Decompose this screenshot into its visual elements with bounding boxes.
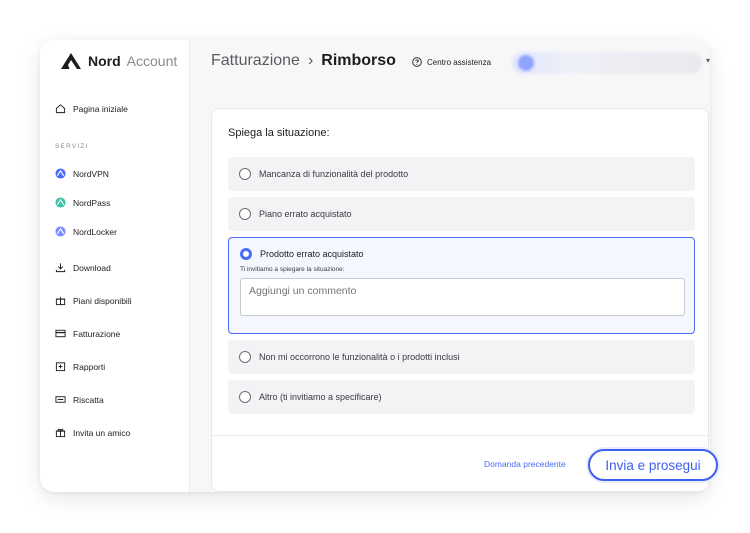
submit-button[interactable]: Invia e prosegui — [588, 449, 718, 481]
breadcrumb-current: Rimborso — [321, 52, 396, 69]
radio-button[interactable] — [239, 168, 251, 180]
sidebar-item-label: Fatturazione — [73, 328, 121, 339]
home-icon — [55, 104, 66, 114]
footer-divider — [212, 435, 710, 436]
app-window: Nord Account Pagina iniziale SERVIZI Nor… — [40, 40, 710, 492]
sidebar-item-label: Pagina iniziale — [73, 103, 128, 114]
top-header: Fatturazione › Rimborso Centro assistenz… — [190, 40, 710, 88]
refund-form-card: Spiega la situazione: Mancanza di funzio… — [211, 108, 710, 492]
sidebar-item-nordlocker[interactable]: NordLocker — [55, 226, 117, 237]
sidebar-item-label: NordPass — [73, 197, 111, 208]
sidebar: Nord Account Pagina iniziale SERVIZI Nor… — [40, 40, 190, 492]
sidebar-item-download[interactable]: Download — [55, 262, 111, 273]
sidebar-item-nordpass[interactable]: NordPass — [55, 197, 110, 208]
gift-icon — [55, 296, 66, 306]
radio-button[interactable] — [239, 351, 251, 363]
sidebar-item-nordvpn[interactable]: NordVPN — [55, 168, 109, 179]
help-center-label: Centro assistenza — [427, 57, 492, 67]
avatar — [518, 55, 534, 71]
previous-question-link[interactable]: Domanda precedente — [484, 459, 566, 469]
breadcrumb-separator: › — [307, 52, 314, 69]
download-icon — [55, 263, 66, 273]
radio-button-selected[interactable] — [240, 248, 252, 260]
nordlocker-icon — [55, 226, 66, 237]
sidebar-item-label: Download — [73, 262, 111, 273]
form-title: Spiega la situazione: — [228, 127, 330, 139]
sidebar-item-label: Piani disponibili — [73, 295, 132, 306]
sidebar-item-label: Invita un amico — [73, 427, 131, 438]
nordvpn-icon — [55, 168, 66, 179]
ticket-icon — [55, 396, 66, 403]
nord-mountain-icon — [61, 53, 81, 69]
radio-button[interactable] — [239, 391, 251, 403]
sidebar-item-home[interactable]: Pagina iniziale — [55, 103, 128, 114]
logo-brand: Nord — [88, 53, 121, 69]
breadcrumb: Fatturazione › Rimborso — [211, 52, 396, 70]
account-menu[interactable] — [512, 52, 702, 74]
comment-hint: Ti invitiamo a spiegare la situazione: — [240, 266, 345, 273]
reason-option-not-needed[interactable]: Non mi occorrono le funzionalità o i pro… — [228, 340, 695, 374]
sidebar-item-invite[interactable]: Invita un amico — [55, 427, 130, 438]
nordpass-icon — [55, 197, 66, 208]
radio-button[interactable] — [239, 208, 251, 220]
reason-option-wrong-plan[interactable]: Piano errato acquistato — [228, 197, 695, 231]
sidebar-item-plans[interactable]: Piani disponibili — [55, 295, 132, 306]
sidebar-item-label: Riscatta — [73, 394, 104, 405]
sidebar-item-label: Rapporti — [73, 361, 106, 372]
report-icon — [55, 362, 66, 372]
option-label: Altro (ti invitiamo a specificare) — [259, 392, 382, 402]
nord-logo[interactable]: Nord Account — [60, 52, 177, 70]
reason-option-missing-features[interactable]: Mancanza di funzionalità del prodotto — [228, 157, 695, 191]
sidebar-item-reports[interactable]: Rapporti — [55, 361, 105, 372]
option-label: Piano errato acquistato — [259, 209, 352, 219]
chevron-down-icon[interactable]: ▾ — [706, 56, 710, 65]
option-label: Mancanza di funzionalità del prodotto — [259, 169, 409, 179]
option-label: Prodotto errato acquistato — [260, 249, 364, 259]
sidebar-item-billing[interactable]: Fatturazione — [55, 328, 120, 339]
option-label: Non mi occorrono le funzionalità o i pro… — [259, 352, 460, 362]
sidebar-item-label: NordVPN — [73, 168, 109, 179]
reason-option-other[interactable]: Altro (ti invitiamo a specificare) — [228, 380, 695, 414]
help-center-link[interactable]: Centro assistenza — [412, 57, 491, 67]
comment-field[interactable] — [240, 278, 685, 316]
sidebar-item-redeem[interactable]: Riscatta — [55, 394, 104, 405]
breadcrumb-parent[interactable]: Fatturazione — [211, 52, 300, 70]
reason-option-wrong-product[interactable]: Prodotto errato acquistato Ti invitiamo … — [228, 237, 695, 334]
logo-product: Account — [126, 53, 178, 69]
present-icon — [55, 428, 66, 438]
card-icon — [55, 329, 66, 338]
question-icon — [412, 57, 422, 67]
sidebar-item-label: NordLocker — [73, 226, 117, 237]
sidebar-section-label: SERVIZI — [55, 143, 89, 150]
